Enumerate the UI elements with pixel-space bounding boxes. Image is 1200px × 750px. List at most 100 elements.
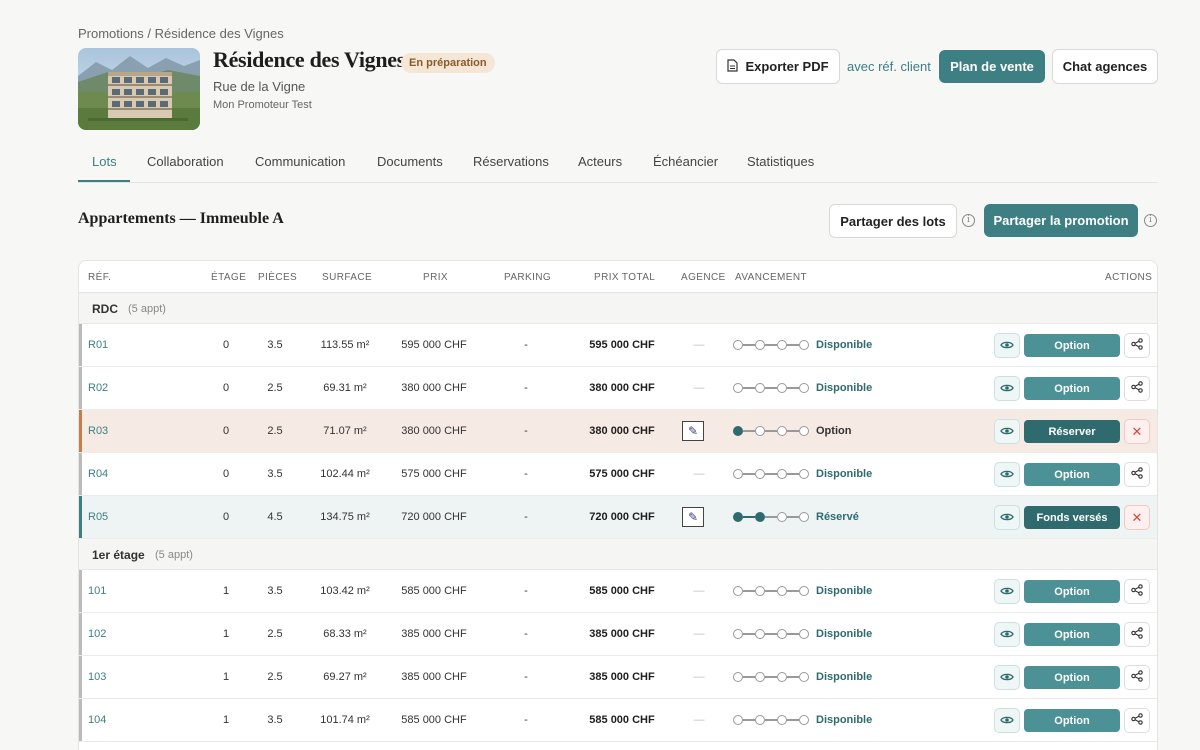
surface-cell: 69.27 m² (323, 671, 367, 683)
progress-connector (743, 387, 755, 389)
parking-cell: - (524, 671, 528, 683)
info-icon[interactable]: i (962, 214, 975, 227)
view-button[interactable] (994, 708, 1020, 733)
row-action-button[interactable]: Réserver (1024, 420, 1120, 443)
share-button[interactable] (1124, 376, 1150, 401)
agency-cell: — (693, 671, 705, 683)
share-promotion-button[interactable]: Partager la promotion (984, 204, 1138, 237)
export-pdf-button[interactable]: Exporter PDF (716, 49, 840, 84)
col-ref[interactable]: Réf. (88, 272, 111, 283)
section-title: Appartements — Immeuble A (78, 210, 284, 227)
share-button[interactable] (1124, 708, 1150, 733)
eye-icon (1000, 583, 1014, 601)
agency-logo-icon[interactable]: ✎ (682, 421, 704, 441)
row-action-button[interactable]: Option (1024, 666, 1120, 689)
view-button[interactable] (994, 622, 1020, 647)
col-total[interactable]: Prix total (594, 272, 655, 283)
table-row[interactable]: 104 1 3.5 101.74 m² 585 000 CHF - 585 000 CHF —… (79, 699, 1157, 742)
view-button[interactable] (994, 579, 1020, 604)
lot-ref-link[interactable]: 103 (88, 671, 106, 683)
row-action-button[interactable]: Option (1024, 463, 1120, 486)
progress-connector (765, 633, 777, 635)
info-icon[interactable]: i (1144, 214, 1157, 227)
view-button[interactable] (994, 333, 1020, 358)
lot-ref-link[interactable]: 102 (88, 628, 106, 640)
rooms-cell: 3.5 (267, 339, 283, 351)
lot-ref-link[interactable]: R02 (88, 382, 108, 394)
progress-step (799, 426, 809, 436)
row-action-button[interactable]: Option (1024, 580, 1120, 603)
table-row[interactable]: 101 1 3.5 103.42 m² 585 000 CHF - 585 000 CHF —… (79, 570, 1157, 613)
table-row[interactable]: 103 1 2.5 69.27 m² 385 000 CHF - 385 000 CHF — D… (79, 656, 1157, 699)
sale-plan-button[interactable]: Plan de vente (939, 50, 1045, 83)
cancel-button[interactable]: ✕ (1124, 419, 1150, 444)
tab-lots[interactable]: Lots (92, 154, 117, 169)
tab-statistiques[interactable]: Statistiques (747, 154, 814, 169)
lot-ref-link[interactable]: R04 (88, 468, 108, 480)
progress-step (799, 469, 809, 479)
chat-agencies-button[interactable]: Chat agences (1052, 49, 1158, 84)
progress-steps (733, 627, 809, 641)
row-action-button[interactable]: Option (1024, 623, 1120, 646)
share-button[interactable] (1124, 462, 1150, 487)
share-button[interactable] (1124, 579, 1150, 604)
view-button[interactable] (994, 665, 1020, 690)
row-action-button[interactable]: Option (1024, 334, 1120, 357)
tab-acteurs[interactable]: Acteurs (578, 154, 622, 169)
share-button[interactable] (1124, 665, 1150, 690)
row-action-button[interactable]: Fonds versés (1024, 506, 1120, 529)
progress-step (733, 629, 743, 639)
col-surface[interactable]: Surface (322, 272, 372, 283)
share-button[interactable] (1124, 622, 1150, 647)
progress-step (777, 629, 787, 639)
view-button[interactable] (994, 376, 1020, 401)
progress-connector (787, 590, 799, 592)
lot-ref-link[interactable]: R01 (88, 339, 108, 351)
table-row[interactable]: 102 1 2.5 68.33 m² 385 000 CHF - 385 000 CHF — D… (79, 613, 1157, 656)
col-agency[interactable]: Agence (681, 272, 726, 283)
client-ref-link[interactable]: avec réf. client (847, 59, 931, 74)
progress-step (755, 629, 765, 639)
share-lots-button[interactable]: Partager des lots (829, 204, 957, 238)
total-price-cell: 595 000 CHF (589, 339, 655, 351)
breadcrumb[interactable]: Promotions / Résidence des Vignes (78, 26, 284, 41)
export-pdf-label: Exporter PDF (745, 59, 829, 74)
progress-step (777, 586, 787, 596)
progress-connector (765, 516, 777, 518)
progress-step (733, 672, 743, 682)
row-action-button[interactable]: Option (1024, 377, 1120, 400)
status-label: Option (816, 425, 852, 437)
rooms-cell: 3.5 (267, 468, 283, 480)
eye-icon (1000, 669, 1014, 687)
tab-documents[interactable]: Documents (377, 154, 443, 169)
lot-ref-link[interactable]: R05 (88, 511, 108, 523)
col-rooms[interactable]: Pièces (258, 272, 297, 283)
col-parking[interactable]: Parking (504, 272, 551, 283)
lot-ref-link[interactable]: R03 (88, 425, 108, 437)
table-row[interactable]: R03 0 2.5 71.07 m² 380 000 CHF - 380 000 CHF ✎ O… (79, 410, 1157, 453)
cancel-button[interactable]: ✕ (1124, 505, 1150, 530)
price-cell: 585 000 CHF (401, 714, 467, 726)
col-floor[interactable]: Étage (211, 272, 246, 283)
tab-reservations[interactable]: Réservations (473, 154, 549, 169)
table-row[interactable]: R01 0 3.5 113.55 m² 595 000 CHF - 595 000 CHF —… (79, 324, 1157, 367)
table-row[interactable]: R02 0 2.5 69.31 m² 380 000 CHF - 380 000 CHF — D… (79, 367, 1157, 410)
row-action-button[interactable]: Option (1024, 709, 1120, 732)
view-button[interactable] (994, 505, 1020, 530)
table-row[interactable]: R05 0 4.5 134.75 m² 720 000 CHF - 720 000 CHF ✎… (79, 496, 1157, 539)
tab-echeancier[interactable]: Échéancier (653, 154, 718, 169)
table-row[interactable]: R04 0 3.5 102.44 m² 575 000 CHF - 575 000 CHF —… (79, 453, 1157, 496)
col-progress[interactable]: Avancement (735, 272, 807, 283)
lot-ref-link[interactable]: 104 (88, 714, 106, 726)
view-button[interactable] (994, 462, 1020, 487)
tab-communication[interactable]: Communication (255, 154, 345, 169)
agency-logo-icon[interactable]: ✎ (682, 507, 704, 527)
col-price[interactable]: Prix (423, 272, 448, 283)
group-header: 1er étage (5 appt) (79, 539, 1157, 570)
lot-ref-link[interactable]: 101 (88, 585, 106, 597)
tab-collaboration[interactable]: Collaboration (147, 154, 224, 169)
table-header: Réf. Étage Pièces Surface Prix Parking P… (79, 261, 1157, 293)
share-button[interactable] (1124, 333, 1150, 358)
view-button[interactable] (994, 419, 1020, 444)
progress-step (755, 426, 765, 436)
